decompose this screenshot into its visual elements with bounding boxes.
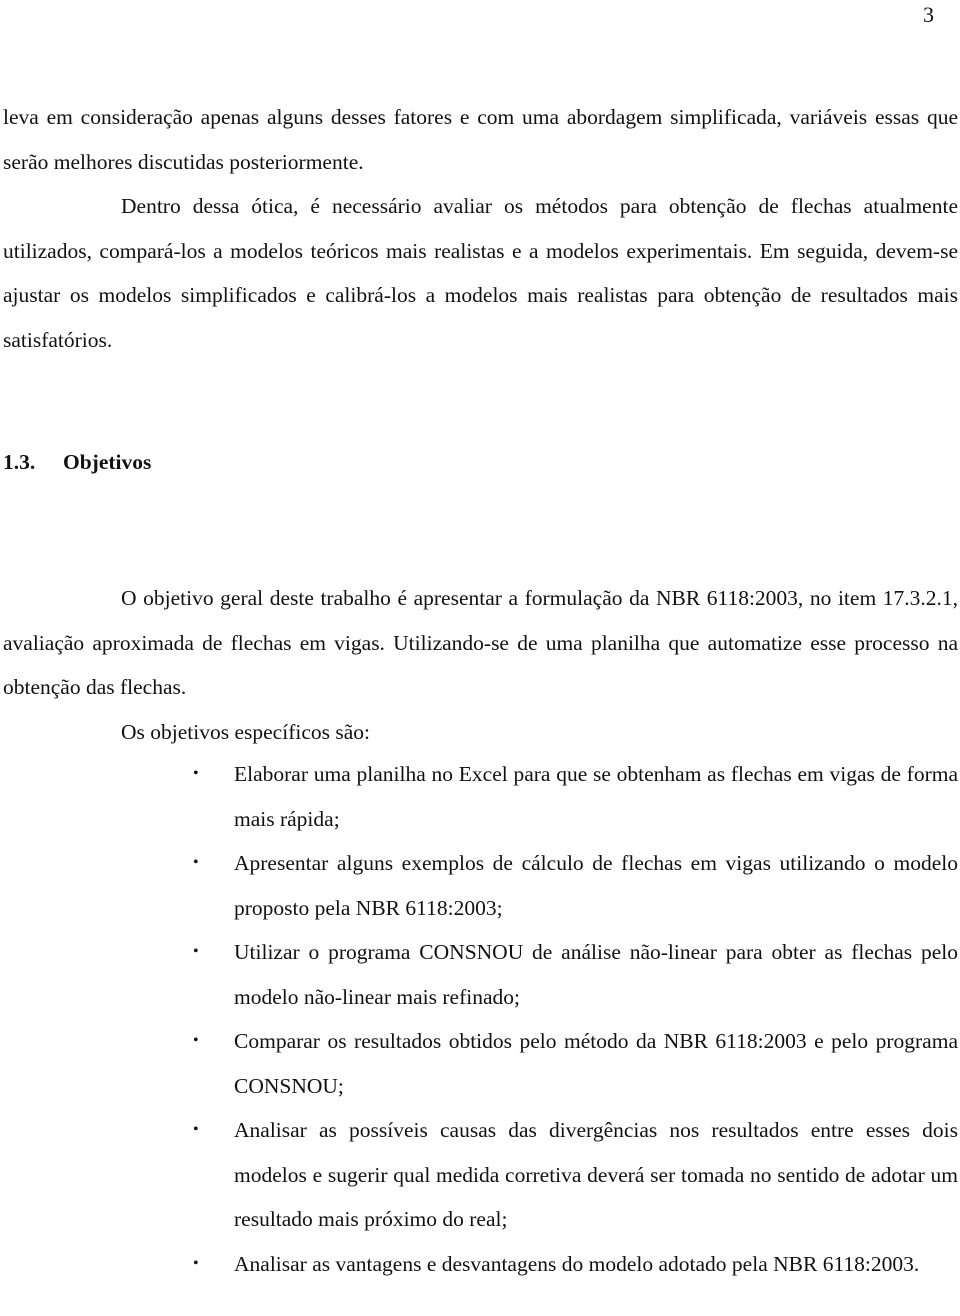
list-item: • Comparar os resultados obtidos pelo mét… — [0, 1019, 958, 1108]
bullet-icon: • — [193, 943, 199, 960]
list-item-text: Analisar as possíveis causas das divergê… — [234, 1118, 958, 1231]
list-item: • Analisar as vantagens e desvantagens do… — [0, 1242, 958, 1287]
objectives-list: • Elaborar uma planilha no Excel para que… — [0, 752, 958, 1286]
section-heading: 1.3. Objetivos — [3, 450, 151, 475]
paragraph-general-objective: O objetivo geral deste trabalho é aprese… — [3, 586, 958, 699]
list-item-text: Utilizar o programa CONSNOU de análise n… — [234, 940, 958, 1009]
intro-text: leva em consideração apenas alguns desse… — [3, 95, 958, 362]
page-number: 3 — [923, 2, 934, 27]
bullet-icon: • — [193, 1032, 199, 1049]
list-item-text: Comparar os resultados obtidos pelo méto… — [234, 1029, 958, 1098]
bullet-icon: • — [193, 1254, 199, 1272]
paragraph-specific-intro: Os objetivos específicos são: — [121, 719, 370, 744]
paragraph-methods: Dentro dessa ótica, é necessário avaliar… — [3, 194, 958, 352]
objectives-text: O objetivo geral deste trabalho é aprese… — [3, 576, 958, 754]
list-item: • Apresentar alguns exemplos de cálculo d… — [0, 841, 958, 930]
paragraph-continuation: leva em consideração apenas alguns desse… — [3, 105, 958, 174]
list-item: • Utilizar o programa CONSNOU de análise … — [0, 930, 958, 1019]
list-item: • Analisar as possíveis causas das diverg… — [0, 1108, 958, 1242]
bullet-icon: • — [193, 1121, 199, 1138]
list-item-text: Analisar as vantagens e desvantagens do … — [234, 1251, 920, 1276]
section-number: 1.3. — [3, 450, 36, 474]
bullet-icon: • — [193, 765, 199, 782]
list-item: • Elaborar uma planilha no Excel para que… — [0, 752, 958, 841]
list-item-text: Apresentar alguns exemplos de cálculo de… — [234, 851, 958, 920]
section-title: Objetivos — [63, 450, 152, 474]
bullet-icon: • — [193, 854, 199, 871]
list-item-text: Elaborar uma planilha no Excel para que … — [234, 762, 958, 831]
